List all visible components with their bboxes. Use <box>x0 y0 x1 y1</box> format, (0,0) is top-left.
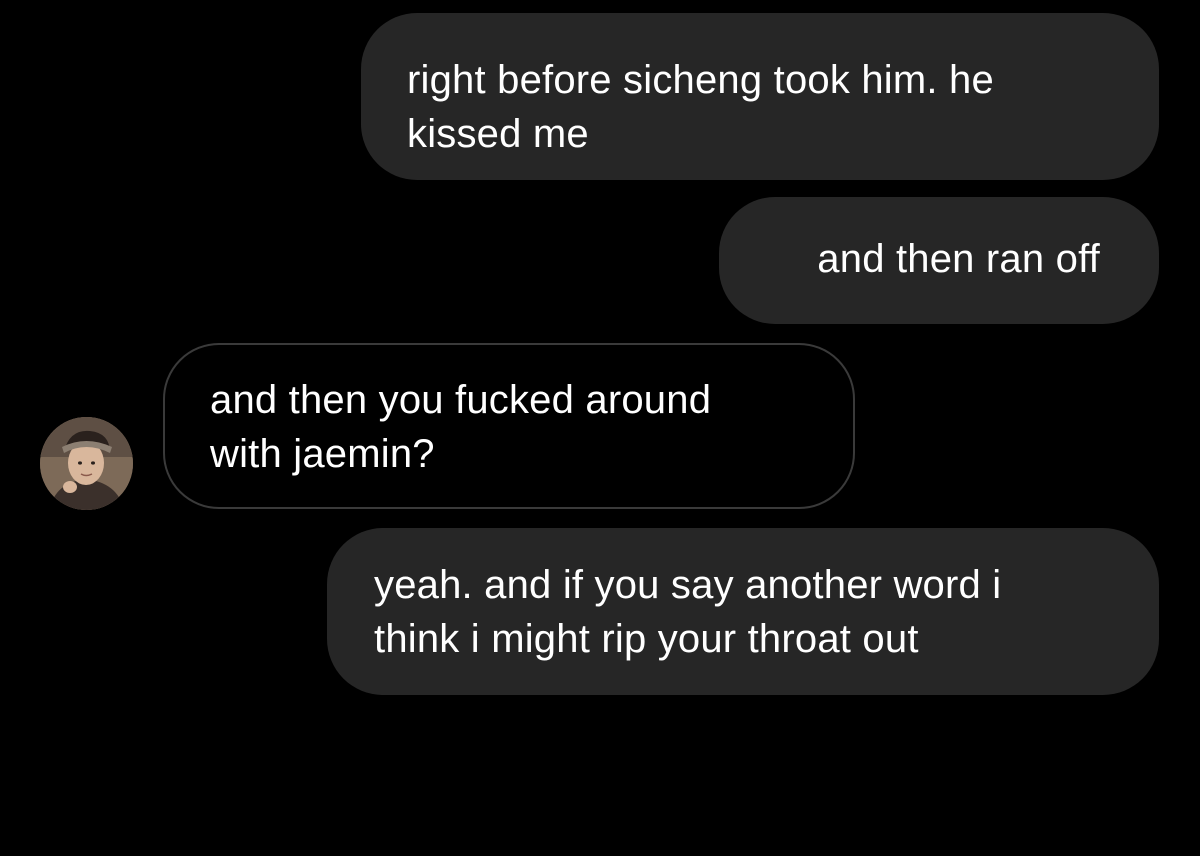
outgoing-message-bubble[interactable]: and then ran off <box>719 197 1159 324</box>
incoming-message-bubble[interactable]: and then you fucked around with jaemin? <box>163 343 855 509</box>
outgoing-message-bubble[interactable]: right before sicheng took him. he kissed… <box>361 13 1159 180</box>
avatar-photo-icon <box>40 417 133 510</box>
dm-conversation: { "conversation": { "messages": [ { "sen… <box>0 0 1200 856</box>
outgoing-message-bubble[interactable]: yeah. and if you say another word i thin… <box>327 528 1159 695</box>
contact-avatar[interactable] <box>40 417 133 510</box>
